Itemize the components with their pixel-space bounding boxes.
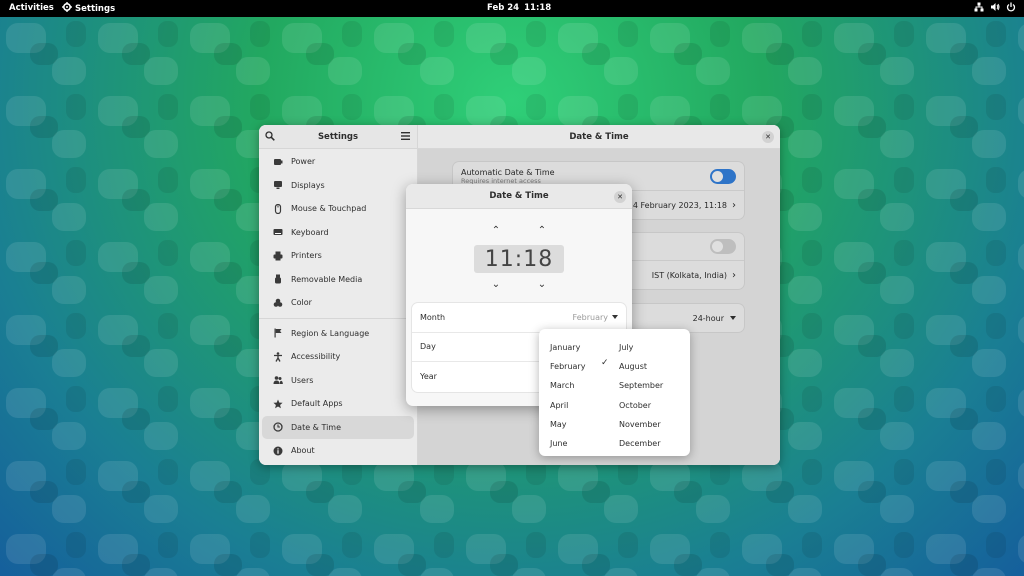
- close-icon: ✕: [617, 193, 623, 201]
- month-option-march[interactable]: March: [550, 376, 585, 395]
- month-popover: January February March April May June ✓ …: [539, 329, 690, 456]
- time-display: 11:18: [474, 245, 564, 273]
- sidebar-item-displays[interactable]: Displays: [262, 174, 414, 198]
- time-picker: ⌃ ⌃ 11:18 ⌄ ⌄: [406, 209, 632, 304]
- month-column-right: July August September October November D…: [619, 338, 663, 453]
- month-option-february[interactable]: February: [550, 357, 585, 376]
- hour-field[interactable]: 11: [485, 247, 515, 272]
- minute-field[interactable]: 18: [523, 247, 553, 272]
- printer-icon: [271, 250, 285, 262]
- dialog-title: Date & Time: [489, 191, 549, 201]
- sidebar-item-default-apps[interactable]: Default Apps: [262, 392, 414, 416]
- time-colon: :: [514, 246, 524, 272]
- sidebar-item-users[interactable]: Users: [262, 369, 414, 393]
- app-name: Settings: [75, 3, 116, 14]
- month-column-left: January February March April May June: [550, 338, 585, 453]
- month-option-august[interactable]: August: [619, 357, 663, 376]
- sidebar-nav: Power Displays Mouse & Touchpad Keyboard…: [259, 149, 417, 463]
- sidebar-item-label: Users: [291, 375, 314, 385]
- info-icon: [271, 445, 285, 457]
- sidebar-item-label: Color: [291, 298, 312, 308]
- month-value: February: [572, 312, 608, 322]
- sidebar-item-label: Removable Media: [291, 274, 363, 284]
- gear-icon: [62, 2, 72, 15]
- sidebar-item-power[interactable]: Power: [262, 150, 414, 174]
- month-option-july[interactable]: July: [619, 338, 663, 357]
- color-icon: [271, 297, 285, 309]
- dialog-header: Date & Time ✕: [406, 184, 632, 209]
- month-option-june[interactable]: June: [550, 434, 585, 453]
- sidebar: Settings Power Displays Mouse & Touchpad…: [259, 125, 418, 465]
- sidebar-item-label: Power: [291, 157, 316, 167]
- month-option-september[interactable]: September: [619, 376, 663, 395]
- month-option-may[interactable]: May: [550, 415, 585, 434]
- mouse-icon: [271, 203, 285, 215]
- dialog-close-button[interactable]: ✕: [614, 191, 626, 203]
- sidebar-item-region-language[interactable]: Region & Language: [262, 322, 414, 346]
- sidebar-item-label: Default Apps: [291, 399, 343, 409]
- checkmark-icon: ✓: [601, 358, 609, 368]
- search-icon[interactable]: [265, 130, 275, 143]
- day-label: Day: [420, 342, 436, 352]
- page-title: Date & Time: [569, 131, 629, 142]
- content-header: Date & Time ✕: [418, 125, 780, 149]
- close-icon: ✕: [765, 133, 771, 141]
- usb-icon: [271, 273, 285, 285]
- sidebar-item-label: Accessibility: [291, 352, 341, 362]
- accessibility-icon: [271, 351, 285, 363]
- sidebar-item-printers[interactable]: Printers: [262, 244, 414, 268]
- network-icon: [974, 2, 984, 12]
- window-close-button[interactable]: ✕: [762, 131, 774, 143]
- sidebar-item-label: About: [291, 446, 315, 456]
- month-option-october[interactable]: October: [619, 396, 663, 415]
- sidebar-item-keyboard[interactable]: Keyboard: [262, 221, 414, 245]
- month-option-april[interactable]: April: [550, 396, 585, 415]
- month-option-january[interactable]: January: [550, 338, 585, 357]
- clock-icon: [271, 421, 285, 433]
- sidebar-title: Settings: [317, 131, 359, 142]
- system-tray[interactable]: [974, 2, 1016, 12]
- sidebar-header: Settings: [259, 125, 417, 149]
- clock-date: Feb 24: [487, 3, 520, 13]
- clock-button[interactable]: Feb 24 11:18: [487, 3, 551, 13]
- sidebar-item-label: Region & Language: [291, 328, 370, 338]
- minute-down-icon[interactable]: ⌄: [536, 279, 548, 290]
- sidebar-item-color[interactable]: Color: [262, 291, 414, 315]
- sidebar-item-label: Printers: [291, 251, 322, 261]
- sidebar-divider: [259, 317, 417, 319]
- sidebar-item-label: Date & Time: [291, 422, 342, 432]
- month-dropdown[interactable]: February: [573, 313, 618, 322]
- sidebar-item-date-time[interactable]: Date & Time: [262, 415, 414, 439]
- hour-down-icon[interactable]: ⌄: [490, 279, 502, 290]
- month-option-december[interactable]: December: [619, 434, 663, 453]
- hour-up-icon[interactable]: ⌃: [490, 225, 502, 236]
- sidebar-item-label: Keyboard: [291, 227, 329, 237]
- app-menu[interactable]: Settings: [62, 2, 115, 15]
- sidebar-item-accessibility[interactable]: Accessibility: [262, 345, 414, 369]
- sidebar-item-about[interactable]: About: [262, 439, 414, 463]
- display-icon: [271, 179, 285, 191]
- power-menu-icon: [1006, 2, 1016, 12]
- flag-icon: [271, 327, 285, 339]
- sidebar-item-mouse[interactable]: Mouse & Touchpad: [262, 197, 414, 221]
- month-label: Month: [420, 312, 446, 322]
- dropdown-caret-icon: [612, 315, 618, 320]
- sidebar-item-removable-media[interactable]: Removable Media: [262, 268, 414, 292]
- hamburger-menu-icon[interactable]: [401, 131, 410, 142]
- activities-button[interactable]: Activities: [9, 3, 54, 13]
- minute-up-icon[interactable]: ⌃: [536, 225, 548, 236]
- top-bar: Activities Settings Feb 24 11:18: [0, 0, 1024, 17]
- clock-time: 11:18: [524, 3, 552, 13]
- sidebar-item-label: Displays: [291, 180, 325, 190]
- sidebar-item-label: Mouse & Touchpad: [291, 204, 367, 214]
- star-icon: [271, 398, 285, 410]
- keyboard-icon: [271, 226, 285, 238]
- year-label: Year: [420, 372, 437, 382]
- power-icon: [271, 156, 285, 168]
- volume-icon: [990, 2, 1000, 12]
- users-icon: [271, 374, 285, 386]
- month-option-november[interactable]: November: [619, 415, 663, 434]
